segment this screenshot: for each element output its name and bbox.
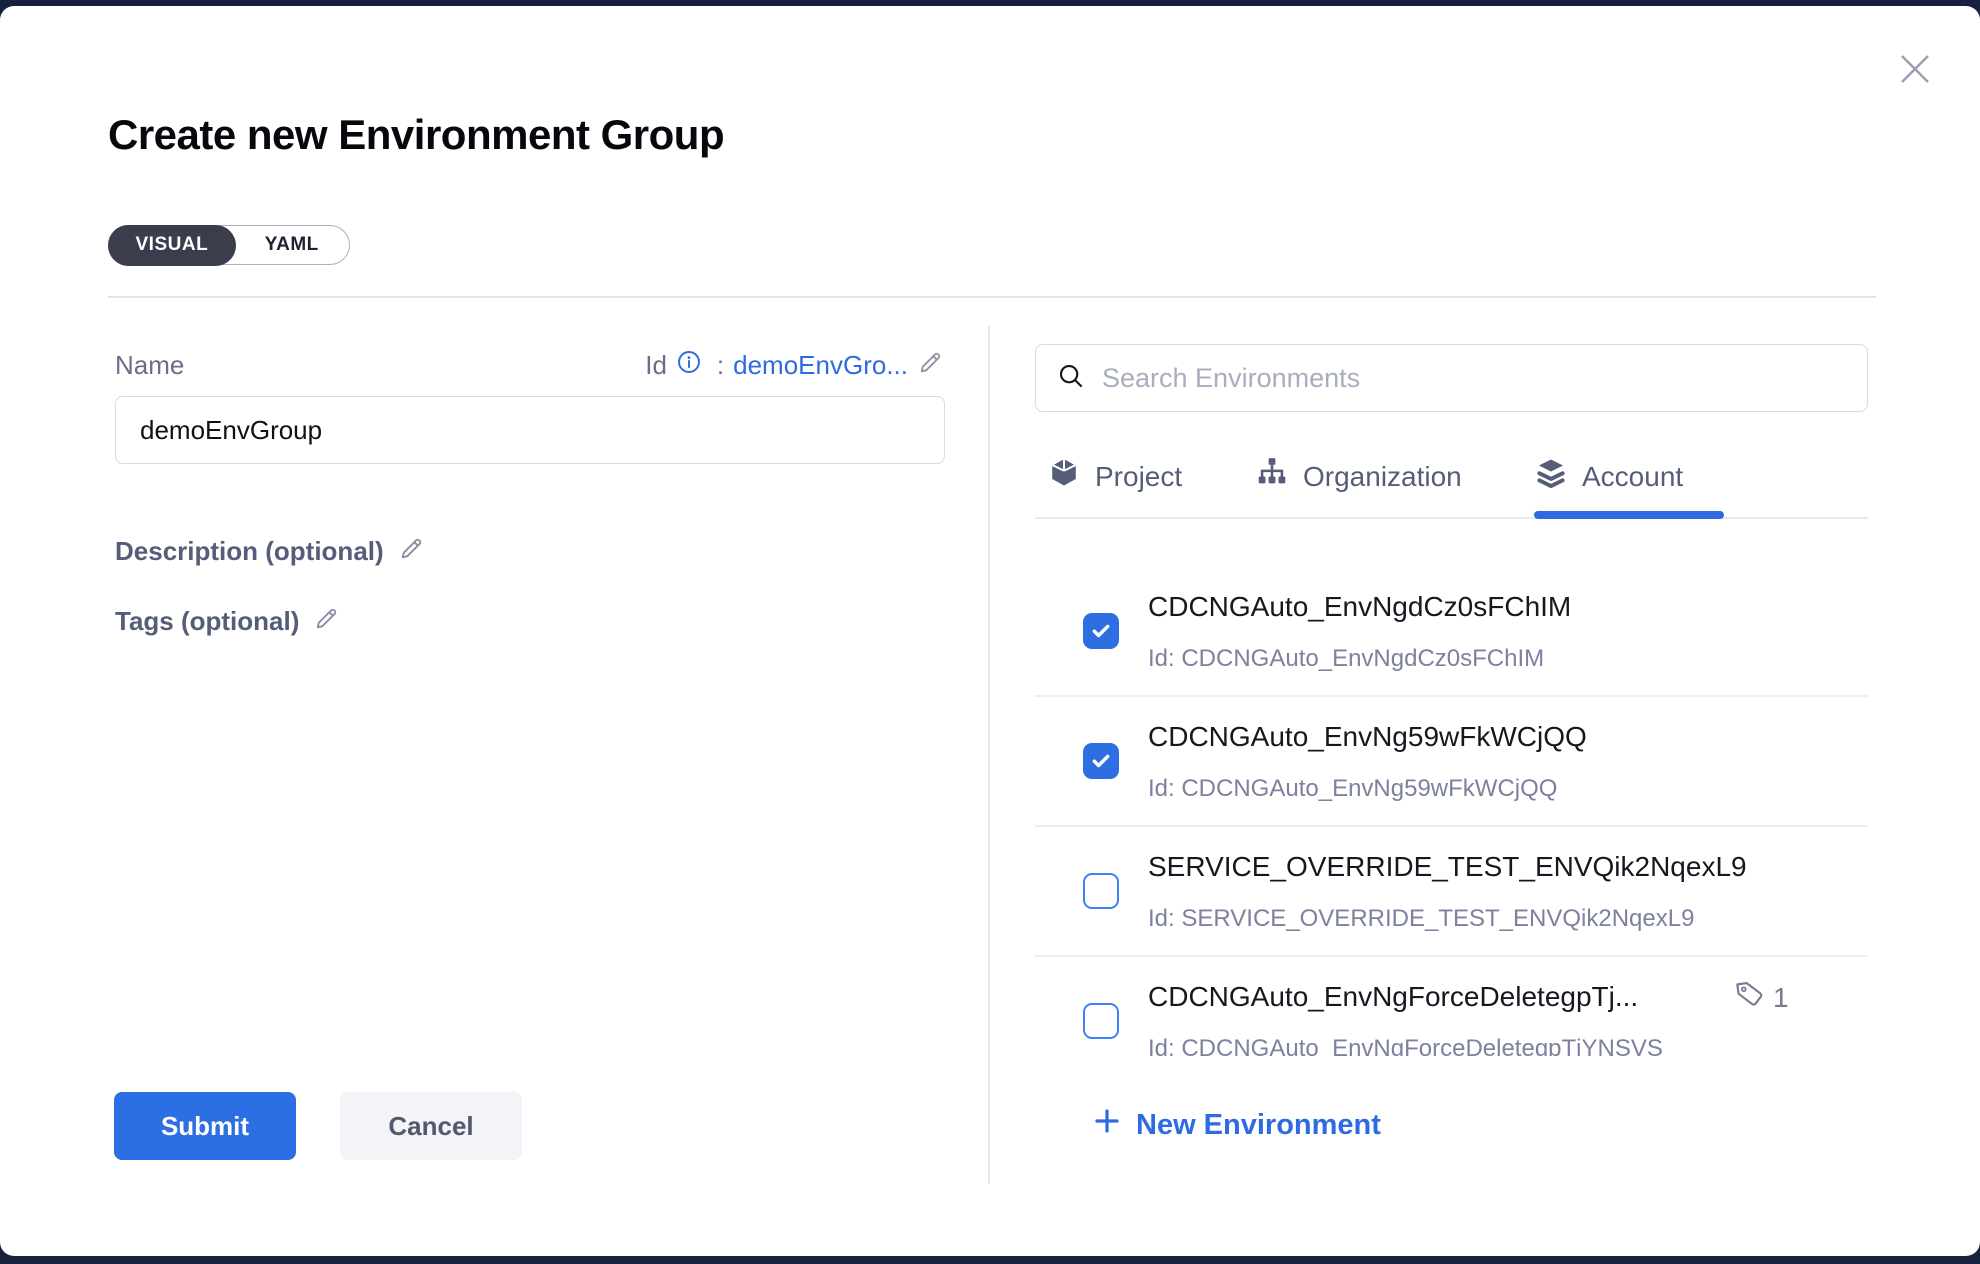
close-icon[interactable] <box>1894 48 1936 90</box>
tag-count-badge: 1 <box>1735 979 1789 1016</box>
submit-button[interactable]: Submit <box>114 1092 296 1160</box>
environment-name: CDCNGAuto_EnvNgdCz0sFChIM <box>1148 591 1571 623</box>
tab-account[interactable]: Account <box>1534 456 1683 497</box>
id-colon: : <box>717 350 724 381</box>
new-environment-button[interactable]: New Environment <box>1092 1106 1381 1144</box>
layers-icon <box>1534 456 1568 497</box>
environment-checkbox-checked[interactable] <box>1083 613 1119 649</box>
environment-row[interactable]: CDCNGAuto_EnvNg59wFkWCjQQ Id: CDCNGAuto_… <box>1035 697 1868 827</box>
edit-tags-pencil-icon[interactable] <box>313 604 341 639</box>
edit-id-pencil-icon[interactable] <box>917 348 945 383</box>
active-tab-indicator <box>1534 511 1724 519</box>
id-row: Id : demoEnvGro... <box>645 348 945 383</box>
tab-organization[interactable]: Organization <box>1255 456 1462 497</box>
environment-name: CDCNGAuto_EnvNgForceDeletegpTj... <box>1148 981 1638 1013</box>
environment-row[interactable]: CDCNGAuto_EnvNgForceDeletegpTj... 1 Id: … <box>1035 957 1868 1056</box>
environment-checkbox-unchecked[interactable] <box>1083 873 1119 909</box>
environment-search-box <box>1035 344 1868 412</box>
environment-id: Id: CDCNGAuto_EnvNgForceDeletegpTjYNSVS <box>1148 1035 1663 1056</box>
header-divider <box>108 296 1876 298</box>
info-icon[interactable] <box>676 349 702 382</box>
tags-optional-row: Tags (optional) <box>115 604 341 639</box>
tags-label: Tags (optional) <box>115 606 299 637</box>
new-environment-label: New Environment <box>1136 1109 1381 1142</box>
edit-description-pencil-icon[interactable] <box>398 534 426 569</box>
panel-divider <box>988 326 990 1184</box>
id-label: Id <box>645 350 667 381</box>
tag-count: 1 <box>1773 982 1789 1014</box>
name-input[interactable] <box>115 396 945 464</box>
tab-organization-label: Organization <box>1303 461 1462 493</box>
environment-id: Id: CDCNGAuto_EnvNg59wFkWCjQQ <box>1148 775 1557 803</box>
environment-list: CDCNGAuto_EnvNgdCz0sFChIM Id: CDCNGAuto_… <box>1035 520 1868 1056</box>
environment-row[interactable]: CDCNGAuto_EnvNgdCz0sFChIM Id: CDCNGAuto_… <box>1035 567 1868 697</box>
cube-icon <box>1047 456 1081 497</box>
tab-account-label: Account <box>1582 461 1683 493</box>
name-id-row: Name Id : demoEnvGro... <box>115 348 945 383</box>
search-environments-input[interactable] <box>1102 363 1847 394</box>
visual-yaml-toggle: VISUAL YAML <box>108 225 350 265</box>
tag-icon <box>1735 979 1765 1016</box>
tab-project[interactable]: Project <box>1047 456 1182 497</box>
environment-checkbox-unchecked[interactable] <box>1083 1003 1119 1039</box>
environment-name: SERVICE_OVERRIDE_TEST_ENVQik2NqexL9 <box>1148 851 1747 883</box>
environment-checkbox-checked[interactable] <box>1083 743 1119 779</box>
scope-tabs: Project Organization <box>1035 448 1868 518</box>
toggle-visual[interactable]: VISUAL <box>108 225 237 266</box>
description-label: Description (optional) <box>115 536 384 567</box>
cancel-button[interactable]: Cancel <box>340 1092 522 1160</box>
name-label: Name <box>115 350 184 381</box>
environment-id: Id: SERVICE_OVERRIDE_TEST_ENVQik2NqexL9 <box>1148 905 1694 933</box>
action-buttons: Submit Cancel <box>114 1092 522 1160</box>
plus-icon <box>1092 1106 1122 1144</box>
environment-row[interactable]: SERVICE_OVERRIDE_TEST_ENVQik2NqexL9 Id: … <box>1035 827 1868 957</box>
tab-project-label: Project <box>1095 461 1182 493</box>
tabs-divider <box>1035 517 1868 519</box>
create-environment-group-modal: Create new Environment Group VISUAL YAML… <box>0 6 1980 1256</box>
id-value-link[interactable]: demoEnvGro... <box>733 350 908 381</box>
org-chart-icon <box>1255 456 1289 497</box>
toggle-yaml[interactable]: YAML <box>235 225 349 265</box>
search-icon <box>1056 361 1086 396</box>
description-optional-row: Description (optional) <box>115 534 426 569</box>
page-title: Create new Environment Group <box>108 111 724 159</box>
environment-id: Id: CDCNGAuto_EnvNgdCz0sFChIM <box>1148 645 1544 673</box>
environment-name: CDCNGAuto_EnvNg59wFkWCjQQ <box>1148 721 1587 753</box>
